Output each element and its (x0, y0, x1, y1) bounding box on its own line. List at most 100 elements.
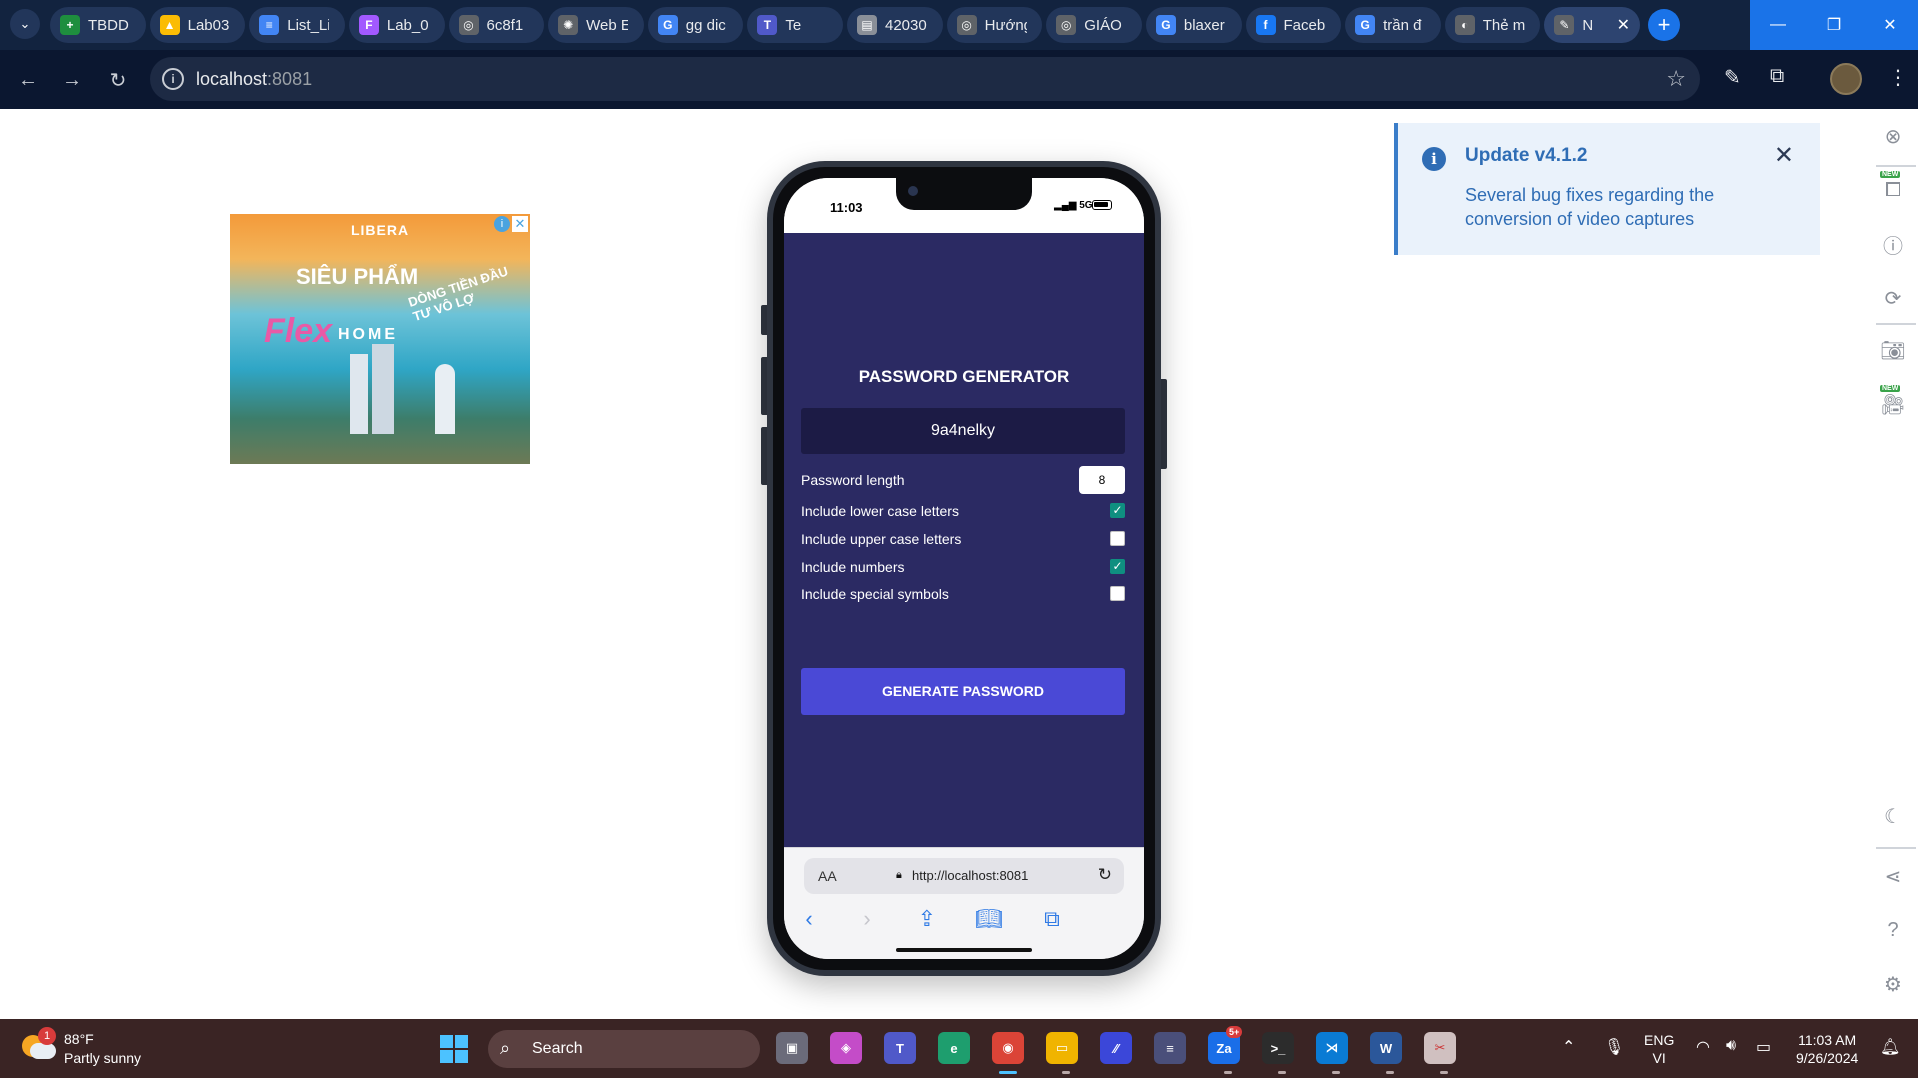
eyedropper-icon[interactable]: ✎ (1724, 65, 1741, 90)
ad-close-icon[interactable]: ✕ (512, 216, 528, 232)
vscode-icon[interactable]: ⋊ (1316, 1032, 1348, 1064)
browser-tab[interactable]: ▲ Lab03 (149, 7, 246, 43)
running-indicator (1062, 1071, 1070, 1074)
uppercase-checkbox[interactable] (1110, 531, 1125, 546)
safari-forward-icon[interactable]: › (852, 906, 882, 932)
browser-tab[interactable]: F Lab_0 (348, 7, 445, 43)
update-notification: i Update v4.1.2 Several bug fixes regard… (1394, 123, 1820, 255)
search-icon: ⌕ (500, 1038, 511, 1058)
running-indicator (1332, 1071, 1340, 1074)
browser-tab[interactable]: Ggg dic (647, 7, 744, 43)
address-url[interactable]: localhost:8081 (196, 69, 312, 90)
notification-bell-icon[interactable]: 🔔︎ (1880, 1037, 1900, 1057)
safari-reload-icon[interactable]: ↻ (1098, 865, 1112, 885)
battery-icon[interactable]: ▭ (1756, 1037, 1771, 1057)
system-clock[interactable]: 11:03 AM 9/26/2024 (1796, 1031, 1858, 1067)
sidebar-divider (1876, 847, 1916, 849)
weather-temperature[interactable]: 88°F (64, 1031, 94, 1047)
browser-tab[interactable]: ▤ 42030 (847, 7, 943, 43)
profile-avatar[interactable] (1830, 63, 1862, 95)
site-info-icon[interactable]: i (162, 68, 184, 90)
show-hidden-icons-chevron[interactable]: ⌃ (1562, 1037, 1575, 1057)
weather-widget[interactable]: 1 (22, 1027, 56, 1061)
advertisement-banner[interactable]: LIBERA SIÊU PHẨM DÒNG TIỀN ĐẦU TƯ VÔ LỢ … (230, 214, 530, 464)
browser-tab[interactable]: f Faceb (1245, 7, 1342, 43)
safari-address-bar[interactable]: AA 🔒︎ http://localhost:8081 ↻ (804, 858, 1124, 894)
teams-icon[interactable]: T (884, 1032, 916, 1064)
browser-tab[interactable]: ◎ Hướng (946, 7, 1043, 43)
window-close-button[interactable]: ✕ (1862, 0, 1918, 50)
tab-title: Web E (586, 16, 629, 34)
browser-tab[interactable]: Gblaxer (1145, 7, 1242, 43)
ad-script-word: Flex (264, 312, 333, 350)
reader-aa-button[interactable]: AA (818, 868, 837, 884)
numbers-checkbox[interactable]: ✓ (1110, 559, 1125, 574)
windows-taskbar: 1 88°F Partly sunny ⌕ Search ▣ ◈ T e ◉ ▭… (0, 1019, 1918, 1078)
wifi-icon[interactable]: ◠ (1696, 1037, 1710, 1057)
windows-start-icon[interactable] (440, 1035, 468, 1063)
reload-icon[interactable]: ↻ (104, 66, 132, 94)
edge-icon[interactable]: e (938, 1032, 970, 1064)
symbols-checkbox[interactable] (1110, 586, 1125, 601)
microphone-icon[interactable]: 🎙︎ (1604, 1037, 1624, 1057)
responsive-devices-icon[interactable]: NEW ⧠ (1880, 171, 1906, 203)
window-minimize-button[interactable]: — (1750, 0, 1806, 50)
password-length-input[interactable]: 8 (1079, 466, 1125, 494)
ad-building (350, 354, 368, 434)
generated-password-display[interactable]: 9a4nelky (801, 408, 1125, 454)
dark-mode-moon-icon[interactable]: ☾ (1880, 803, 1906, 829)
zalo-icon[interactable]: Za 5+ (1208, 1026, 1243, 1064)
close-circle-icon[interactable]: ⊗ (1880, 123, 1906, 149)
app-icon[interactable]: ≡ (1154, 1032, 1186, 1064)
terminal-icon[interactable]: >_ (1262, 1032, 1294, 1064)
word-icon[interactable]: W (1370, 1032, 1402, 1064)
browser-tab[interactable]: ✺ Web E (548, 7, 644, 43)
file-explorer-icon[interactable]: ▭ (1046, 1032, 1078, 1064)
generate-password-button[interactable]: GENERATE PASSWORD (801, 668, 1125, 715)
extensions-puzzle-icon[interactable]: ⧉ (1770, 65, 1784, 88)
safari-share-icon[interactable]: ⇪ (912, 906, 942, 932)
share-icon[interactable]: ⋖ (1880, 863, 1906, 889)
browser-tab[interactable]: + TBDD (50, 7, 146, 43)
task-view-icon[interactable]: ▣ (776, 1032, 808, 1064)
input-language[interactable]: ENG VI (1644, 1031, 1674, 1067)
rotate-icon[interactable]: ⟳ (1880, 285, 1906, 311)
running-indicator (1386, 1071, 1394, 1074)
tab-title: gg dic (685, 16, 726, 34)
weather-condition[interactable]: Partly sunny (64, 1050, 141, 1066)
browser-tab[interactable]: ✎ N ✕ (1544, 7, 1640, 43)
back-arrow-icon[interactable]: ← (14, 66, 42, 94)
browser-tab[interactable]: ◎ 6c8f1 (448, 7, 545, 43)
video-capture-icon[interactable]: NEW 🎥︎ (1880, 385, 1906, 417)
safari-bookmarks-icon[interactable]: 📖︎ (974, 906, 1004, 932)
tab-close-icon[interactable]: ✕ (1617, 15, 1630, 35)
forward-arrow-icon[interactable]: → (58, 66, 86, 94)
bookmark-star-icon[interactable]: ☆ (1666, 66, 1686, 92)
browser-tab[interactable]: ≡ List_Li (249, 7, 345, 43)
settings-gear-icon[interactable]: ⚙ (1880, 971, 1906, 997)
copilot-icon[interactable]: ◈ (830, 1032, 862, 1064)
safari-tabs-icon[interactable]: ⧉ (1037, 906, 1067, 932)
lang-bottom: VI (1652, 1050, 1666, 1066)
info-circle-icon[interactable]: ⓘ (1880, 231, 1906, 258)
taskbar-search-box[interactable]: ⌕ Search (488, 1030, 760, 1068)
help-icon[interactable]: ? (1880, 917, 1906, 943)
safari-back-icon[interactable]: ‹ (794, 906, 824, 932)
browser-tab[interactable]: T Te (747, 7, 843, 43)
volume-icon[interactable]: 🔊︎ (1726, 1037, 1736, 1055)
tab-search-chevron-icon[interactable]: ⌄ (10, 9, 40, 39)
screenshot-camera-icon[interactable]: 📷︎ (1880, 337, 1906, 363)
new-tab-button[interactable]: + (1648, 9, 1680, 41)
window-restore-button[interactable]: ❐ (1806, 0, 1862, 50)
browser-tab[interactable]: Gtrần đ (1345, 7, 1441, 43)
lowercase-checkbox[interactable]: ✓ (1110, 503, 1125, 518)
close-notification-icon[interactable]: ✕ (1774, 141, 1794, 170)
address-bar[interactable]: i localhost:8081 ☆ (150, 57, 1700, 101)
browser-menu-icon[interactable]: ⋮ (1888, 65, 1908, 90)
browser-tab[interactable]: ◐ Thẻ m (1444, 7, 1541, 43)
browser-tab[interactable]: ◎ GIÁO (1046, 7, 1142, 43)
ad-choices-icon[interactable]: i (494, 216, 510, 232)
snipping-tool-icon[interactable]: ✂ (1424, 1032, 1456, 1064)
app-icon[interactable]: ∕∕ (1100, 1032, 1132, 1064)
chrome-icon[interactable]: ◉ (992, 1032, 1024, 1064)
